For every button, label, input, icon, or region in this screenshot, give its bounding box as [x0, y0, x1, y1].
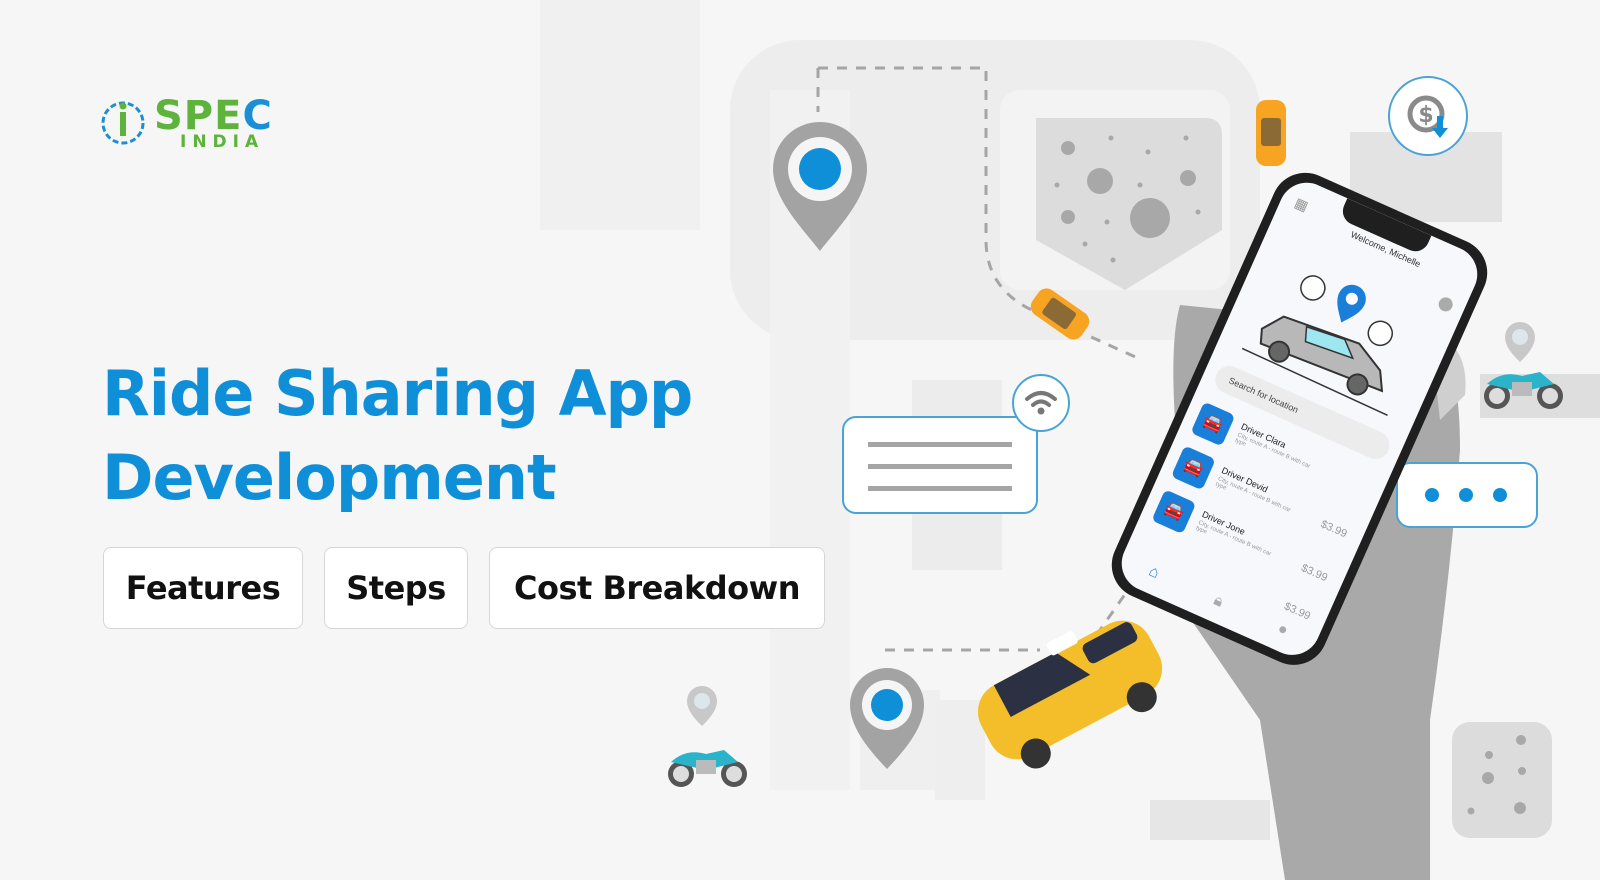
svg-text:$: $	[1418, 103, 1433, 128]
chip-features[interactable]: Features	[103, 547, 303, 629]
dollar-down-icon: $	[1407, 95, 1448, 138]
dollar-down-badge: $	[1388, 76, 1468, 156]
profile-avatar[interactable]	[1436, 295, 1455, 314]
wifi-badge	[1012, 374, 1070, 432]
title-line-2: Development	[102, 441, 557, 514]
map-pin-small-icon	[687, 686, 717, 726]
bag-icon[interactable]: 🔒︎	[1211, 592, 1226, 612]
chip-steps[interactable]: Steps	[324, 547, 468, 629]
chat-icon[interactable]: ●	[1274, 620, 1291, 640]
motorbike-icon	[668, 750, 747, 787]
logo-text: SPEC	[154, 93, 273, 139]
dotted-tile	[1452, 722, 1552, 838]
text-line	[868, 442, 1012, 447]
wifi-icon	[1025, 391, 1057, 415]
text-line	[868, 464, 1012, 469]
grid-menu-icon[interactable]: ▦	[1292, 194, 1311, 215]
taxi-car-icon	[977, 620, 1163, 769]
logo[interactable]: SPEC INDIA	[98, 96, 272, 152]
globe-i-icon	[101, 101, 145, 145]
message-bubble	[842, 416, 1038, 514]
car-icon: 🚘	[1190, 401, 1236, 447]
title-line-1: Ride Sharing App	[102, 357, 693, 430]
home-icon[interactable]: ⌂	[1146, 563, 1162, 583]
page-title: Ride Sharing App Development	[102, 352, 693, 520]
text-line	[868, 486, 1012, 491]
chip-cost-breakdown[interactable]: Cost Breakdown	[489, 547, 825, 629]
logo-subtitle: INDIA	[180, 132, 265, 152]
topic-chips: Features Steps Cost Breakdown	[103, 547, 825, 629]
